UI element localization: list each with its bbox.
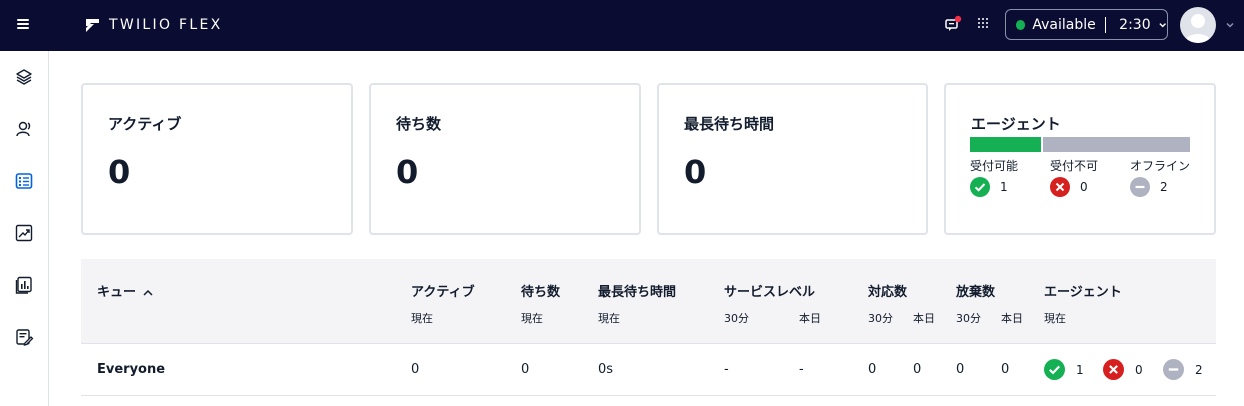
- agents-offline-count: 2: [1195, 362, 1203, 377]
- user-menu-chevron-icon[interactable]: [1225, 20, 1235, 30]
- waiting-value: 0: [521, 362, 530, 377]
- chevron-down-icon: [1158, 22, 1166, 27]
- contacts-icon[interactable]: [14, 119, 34, 139]
- brand-name: TWILIO FLEX: [109, 17, 223, 33]
- agents-available-count: 1: [1076, 362, 1084, 377]
- waiting-column-header: 待ち数: [521, 285, 561, 300]
- card-title: 最長待ち時間: [684, 115, 775, 133]
- waiting-subheader: 現在: [521, 312, 543, 325]
- layers-icon[interactable]: [14, 67, 34, 87]
- abandoned-30min-value: 0: [956, 362, 965, 377]
- status-label: Available: [1032, 16, 1096, 33]
- check-circle-icon: [1044, 359, 1065, 380]
- apps-grid-icon[interactable]: [977, 17, 989, 29]
- handled-today-value: 0: [913, 362, 922, 377]
- handled-column-header: 対応数: [868, 285, 908, 300]
- offline-segment: [1043, 137, 1190, 152]
- agents-subheader: 現在: [1044, 312, 1066, 325]
- handled-30min-value: 0: [868, 362, 877, 377]
- longest-column-header: 最長待ち時間: [598, 285, 677, 300]
- available-segment: [970, 137, 1041, 152]
- queues-stats-icon[interactable]: [14, 171, 34, 191]
- legend-offline: オフライン 2: [1130, 157, 1190, 197]
- quality-management-icon[interactable]: [14, 327, 34, 347]
- abandoned-today-value: 0: [1001, 362, 1010, 377]
- card-value: 0: [108, 153, 131, 191]
- waiting-tasks-card: 待ち数 0: [369, 83, 641, 235]
- active-tasks-card: アクティブ 0: [81, 83, 353, 235]
- card-title: アクティブ: [108, 115, 182, 133]
- twilio-flex-logo-icon: [86, 18, 99, 32]
- legend-label: 受付不可: [1050, 159, 1099, 173]
- status-separator: [1104, 16, 1107, 33]
- legend-count: 2: [1160, 180, 1168, 194]
- legend-label: 受付可能: [970, 159, 1019, 173]
- queue-name: Everyone: [97, 362, 166, 377]
- card-value: 0: [684, 153, 707, 191]
- brand-logo: TWILIO FLEX: [84, 15, 223, 35]
- legend-label: オフライン: [1130, 159, 1191, 173]
- legend-count: 1: [1000, 180, 1008, 194]
- abandoned-30min-subheader: 30分: [956, 312, 981, 325]
- abandoned-column-header: 放棄数: [956, 285, 996, 300]
- status-dot: [1016, 19, 1026, 30]
- agents-offline-cell: 2: [1163, 359, 1203, 380]
- agents-unavailable-count: 0: [1135, 362, 1143, 377]
- handled-30min-subheader: 30分: [868, 312, 893, 325]
- x-circle-icon: [1050, 177, 1070, 197]
- queue-column-header[interactable]: キュー: [97, 281, 154, 300]
- x-circle-icon: [1103, 359, 1124, 380]
- user-avatar-icon: [1184, 14, 1212, 43]
- sl-today-value: -: [799, 362, 804, 377]
- sort-ascending-icon[interactable]: [142, 288, 154, 298]
- agents-column-header: エージェント: [1044, 285, 1122, 300]
- service-level-column-header: サービスレベル: [724, 285, 816, 300]
- active-column-header: アクティブ: [411, 285, 475, 300]
- card-title: 待ち数: [396, 115, 442, 133]
- active-value: 0: [411, 362, 420, 377]
- abandoned-today-subheader: 本日: [1001, 312, 1023, 325]
- agents-available-cell: 1: [1044, 359, 1084, 380]
- header-label: キュー: [97, 285, 137, 300]
- user-avatar[interactable]: [1180, 7, 1216, 43]
- sidebar: [0, 51, 49, 406]
- handled-today-subheader: 本日: [913, 312, 935, 325]
- queues-table-header: キュー アクティブ 現在 待ち数 現在 最長待ち時間 現在 サービスレベル 30…: [81, 259, 1216, 344]
- minus-circle-icon: [1130, 177, 1150, 197]
- longest-value: 0s: [598, 362, 614, 377]
- analytics-icon[interactable]: [14, 223, 34, 243]
- sl-today-subheader: 本日: [799, 312, 821, 325]
- menu-icon[interactable]: [17, 19, 29, 29]
- legend-unavailable: 受付不可 0: [1050, 157, 1098, 197]
- sl-30min-subheader: 30分: [724, 312, 749, 325]
- agents-unavailable-cell: 0: [1103, 359, 1143, 380]
- longest-wait-card: 最長待ち時間 0: [657, 83, 928, 235]
- top-bar: TWILIO FLEX Available 2:30: [0, 0, 1244, 51]
- check-circle-icon: [970, 177, 990, 197]
- notification-icon[interactable]: [944, 15, 962, 33]
- activity-status-button[interactable]: Available 2:30: [1005, 9, 1168, 40]
- sl-30min-value: -: [724, 362, 729, 377]
- card-value: 0: [396, 153, 419, 191]
- legend-available: 受付可能 1: [970, 157, 1018, 197]
- active-subheader: 現在: [411, 312, 433, 325]
- legend-count: 0: [1080, 180, 1088, 194]
- card-title: エージェント: [971, 115, 1061, 133]
- minus-circle-icon: [1163, 359, 1184, 380]
- dashboards-icon[interactable]: [14, 275, 34, 295]
- longest-subheader: 現在: [598, 312, 620, 325]
- agents-card: エージェント 受付可能 1 受付不可 0 オフライン 2: [944, 83, 1216, 235]
- agent-status-bar: [970, 137, 1190, 152]
- table-row[interactable]: Everyone 0 0 0s - - 0 0 0 0 1 0 2: [81, 344, 1216, 396]
- status-timer: 2:30: [1119, 16, 1151, 33]
